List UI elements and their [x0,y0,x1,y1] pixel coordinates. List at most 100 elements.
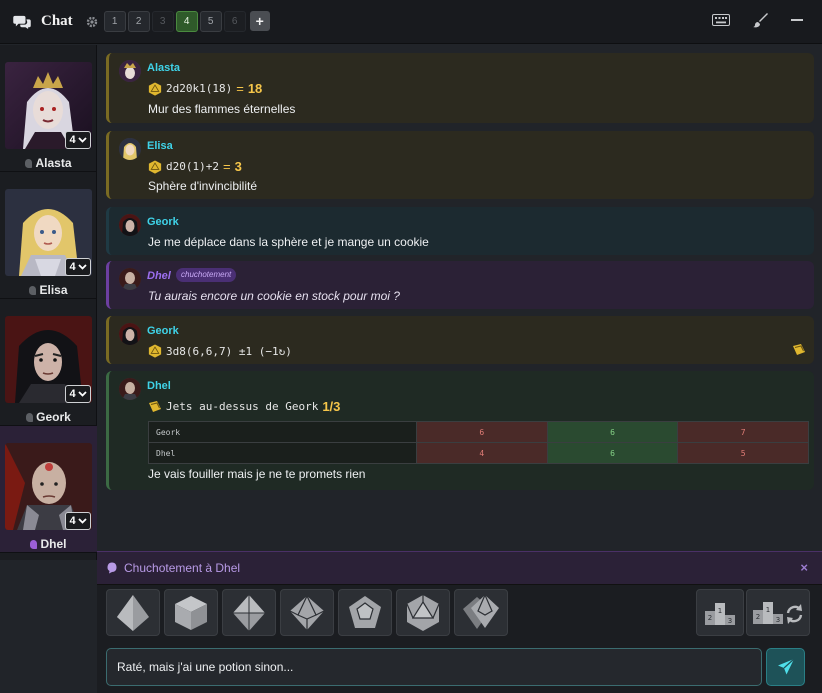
message-talk: Geork Je me déplace dans la sphère et je… [106,207,814,255]
book-icon [149,400,161,412]
table-cell: 6 [546,442,679,464]
add-tab-button[interactable]: + [249,11,270,31]
level-select-dhel[interactable]: 4 [65,512,91,530]
tab-3[interactable]: 3 [151,11,174,32]
svg-text:3: 3 [776,616,780,624]
title-bar: Chat 1 2 3 4 5 6 + [0,0,822,44]
player-card-dhel[interactable]: 4 Dhel [0,426,97,553]
roll-line: 2d20k1(18) = 18 [148,81,262,96]
svg-text:3: 3 [728,617,732,625]
d8-icon [233,594,265,631]
whisper-bubble-icon[interactable] [26,413,34,422]
message-author: Dhel [147,380,171,392]
roll-equals: = [222,159,231,174]
roll-score: 1/3 [322,399,341,414]
tab-strip: 1 2 3 4 5 6 + [103,11,270,32]
d20-icon [148,159,162,174]
roll-line: d20(1)+2 = 3 [148,159,242,174]
d10-button[interactable] [280,589,334,636]
roll-table: Geork 6 6 7 Dhel 4 6 5 [148,421,809,464]
minimize-icon[interactable] [790,13,804,27]
d12-icon [349,595,381,628]
roll-formula: 2d20k1(18) [166,82,233,95]
tab-5[interactable]: 5 [199,11,222,32]
d20-icon [148,344,162,358]
roll-formula: 3d8(6,6,7) ±1 (−1↻) [166,344,292,358]
send-button[interactable] [766,648,805,686]
d12-button[interactable] [338,589,392,636]
roll-result: 18 [247,81,263,96]
table-cell-name: Geork [148,421,417,443]
ranking-button[interactable]: 12 3 [696,589,744,636]
podium-icon: 12 3 [705,602,735,625]
avatar [119,138,141,160]
table-cell: 6 [416,421,548,443]
ranking-refresh-button[interactable]: 12 3 [746,589,810,636]
table-row: Dhel 4 6 5 [148,442,809,464]
input-bar [97,640,822,693]
chevron-down-icon [77,518,87,524]
d4-button[interactable] [106,589,160,636]
keyboard-icon[interactable] [712,14,730,26]
d6-icon [175,595,207,630]
podium-refresh-icon: 12 3 [753,601,803,624]
avatar [119,378,141,400]
tab-4[interactable]: 4 [175,11,198,32]
close-whisper-button[interactable]: × [800,560,808,575]
level-select-geork[interactable]: 4 [65,385,91,403]
chevron-down-icon [77,391,87,397]
level-select-alasta[interactable]: 4 [65,131,91,149]
chevron-down-icon [77,264,87,270]
roll-result: 3 [234,159,242,174]
d20-button[interactable] [396,589,450,636]
avatar [119,214,141,236]
window-title: Chat [41,13,73,29]
roll-equals: = [236,81,244,96]
d4-icon [117,594,149,631]
tab-6[interactable]: 6 [223,11,246,32]
message-text: Tu aurais encore un cookie en stock pour… [148,289,400,303]
d6-button[interactable] [164,589,218,636]
svg-text:1: 1 [766,606,770,614]
dice-toolbar: 123 123 [97,584,822,640]
whisper-tag: chuchotement [176,268,237,282]
table-cell: 7 [677,421,809,443]
message-text: Sphère d'invincibilité [148,179,258,193]
whisper-bubble-icon[interactable] [25,159,33,168]
message-input[interactable] [106,648,762,686]
level-select-elisa[interactable]: 4 [65,258,91,276]
svg-text:2: 2 [708,614,712,622]
table-cell: 4 [416,442,548,464]
chat-window: Chat 1 2 3 4 5 6 + 4 Alasta 4 Elisa 4 Ge… [0,0,822,693]
d8-button[interactable] [222,589,276,636]
d100-button[interactable] [454,589,508,636]
gear-icon[interactable] [86,16,98,28]
message-author: Elisa [147,140,173,152]
chat-bubbles-icon [13,15,31,29]
table-row: Geork 6 6 7 [148,421,809,443]
roll-line: Jets au-dessus de Geork 1/3 [148,399,340,414]
svg-text:1: 1 [718,607,722,615]
message-text: Je vais fouiller mais je ne te promets r… [148,467,366,481]
tab-2[interactable]: 2 [127,11,150,32]
whisper-target-label: Chuchotement à Dhel [124,561,241,575]
book-icon[interactable] [792,344,806,356]
whisper-bubble-icon[interactable] [29,286,37,295]
roll-line: 3d8(6,6,7) ±1 (−1↻) [148,344,292,358]
brush-icon[interactable] [752,12,768,28]
message-author: Geork [147,325,179,337]
message-author: Geork [147,216,179,228]
window-controls [712,12,804,28]
whisper-bubble-icon[interactable] [30,540,38,549]
player-card-alasta[interactable]: 4 Alasta [0,45,97,172]
player-card-elisa[interactable]: 4 Elisa [0,172,97,299]
roll-formula: d20(1)+2 [166,160,219,173]
roll-title: Jets au-dessus de Geork [166,400,319,413]
tab-1[interactable]: 1 [103,11,126,32]
send-icon [777,658,794,675]
whisper-bubble-icon [107,562,117,574]
d20-icon [148,81,162,96]
player-card-geork[interactable]: 4 Geork [0,299,97,426]
message-roll-compare: Dhel Jets au-dessus de Geork 1/3 Geork 6… [106,371,814,490]
chevron-down-icon [77,137,87,143]
